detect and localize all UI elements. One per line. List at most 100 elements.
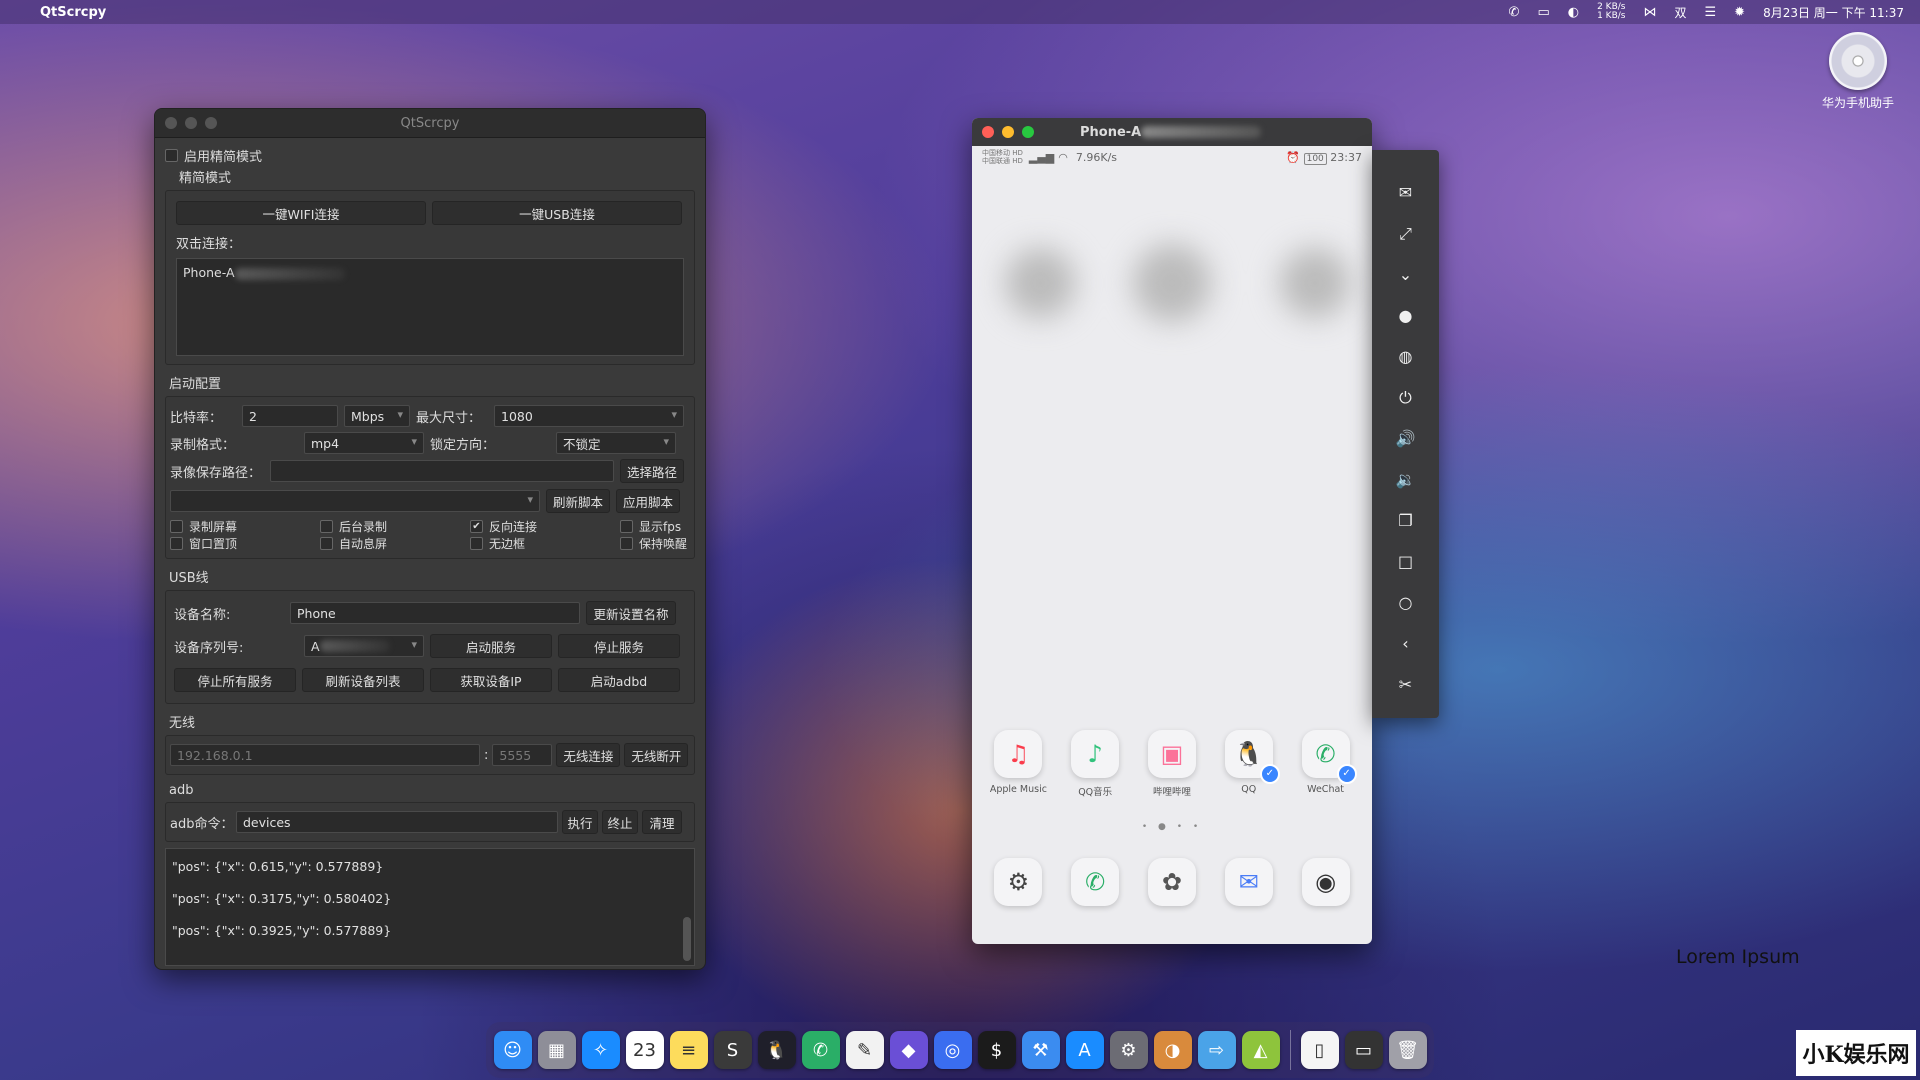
frameless-option[interactable]: 无边框 <box>470 535 620 552</box>
device-list-item[interactable]: Phone-A <box>183 265 345 280</box>
close-button[interactable] <box>982 126 994 138</box>
toolbar-power-icon[interactable]: ⏻ <box>1372 377 1439 418</box>
lock-orientation-select[interactable]: 不锁定 <box>556 432 676 454</box>
ip-input[interactable]: 192.168.0.1 <box>170 744 480 766</box>
max-size-select[interactable]: 1080 <box>494 405 684 427</box>
app-wechat[interactable]: ✆ WeChat ✓ <box>1291 730 1361 798</box>
toolbar-touch-icon[interactable]: ● <box>1372 295 1439 336</box>
app-settings[interactable]: ⚙ <box>983 858 1053 906</box>
app-camera[interactable]: ◉ <box>1291 858 1361 906</box>
reverse-connect-option[interactable]: ✔ 反向连接 <box>470 518 620 535</box>
dock-launchpad-icon[interactable]: ▦ <box>537 1031 576 1069</box>
dock-document-icon[interactable]: ▯ <box>1300 1031 1339 1069</box>
wechat-status-icon[interactable]: ✆ <box>1509 5 1520 20</box>
window-on-top-checkbox[interactable] <box>170 537 183 550</box>
background-record-option[interactable]: 后台录制 <box>320 518 470 535</box>
bitrate-input[interactable]: 2 <box>242 405 338 427</box>
dock-sublime-icon[interactable]: S <box>713 1031 752 1069</box>
record-path-input[interactable] <box>270 460 614 482</box>
toolbar-menu-icon[interactable]: □ <box>1372 541 1439 582</box>
background-record-checkbox[interactable] <box>320 520 333 533</box>
apply-script-button[interactable]: 应用脚本 <box>616 489 680 513</box>
moon-status-icon[interactable]: ◐ <box>1568 5 1579 20</box>
app-phone[interactable]: ✆ <box>1060 858 1130 906</box>
usb-connect-button[interactable]: 一键USB连接 <box>432 201 682 225</box>
record-format-select[interactable]: mp4 <box>304 432 424 454</box>
record-screen-checkbox[interactable] <box>170 520 183 533</box>
keep-awake-option[interactable]: 保持唤醒 <box>620 535 690 552</box>
dock-android-icon[interactable]: ◭ <box>1241 1031 1280 1069</box>
show-fps-checkbox[interactable] <box>620 520 633 533</box>
phone-titlebar[interactable]: Phone-A <box>972 118 1372 146</box>
battery-status-icon[interactable]: ▭ <box>1537 5 1549 20</box>
adb-command-input[interactable]: devices <box>236 811 558 833</box>
bitrate-unit-select[interactable]: Mbps <box>344 405 410 427</box>
dock-finder-icon[interactable]: ☺ <box>493 1031 532 1069</box>
wireless-disconnect-button[interactable]: 无线断开 <box>624 743 689 767</box>
auto-screen-off-option[interactable]: 自动息屏 <box>320 535 470 552</box>
app-messages[interactable]: ✉ <box>1214 858 1284 906</box>
dock-trash-icon[interactable]: 🗑 <box>1388 1031 1427 1069</box>
qtscrcpy-titlebar[interactable]: QtScrcpy <box>155 109 705 138</box>
start-adbd-button[interactable]: 启动adbd <box>558 668 680 692</box>
dock-terminal-icon[interactable]: $ <box>977 1031 1016 1069</box>
toolbar-app-switch-icon[interactable]: ❐ <box>1372 500 1439 541</box>
toolbar-expand-notifications-icon[interactable]: ⌄ <box>1372 254 1439 295</box>
port-input[interactable]: 5555 <box>492 744 553 766</box>
dock-screenshot-icon[interactable]: ◑ <box>1153 1031 1192 1069</box>
refresh-devices-button[interactable]: 刷新设备列表 <box>302 668 424 692</box>
select-path-button[interactable]: 选择路径 <box>620 459 684 483</box>
start-service-button[interactable]: 启动服务 <box>430 634 552 658</box>
dock-obsidian-icon[interactable]: ◆ <box>889 1031 928 1069</box>
app-bilibili[interactable]: ▣ 哔哩哔哩 <box>1137 730 1207 798</box>
desktop-icon-huawei-assistant[interactable]: 华为手机助手 <box>1808 32 1908 111</box>
serial-select[interactable]: A <box>304 635 424 657</box>
stop-all-services-button[interactable]: 停止所有服务 <box>174 668 296 692</box>
wireless-connect-button[interactable]: 无线连接 <box>556 743 621 767</box>
app-qqmusic[interactable]: ♪ QQ音乐 <box>1060 730 1130 798</box>
dock-calendar-icon[interactable]: 23 <box>625 1031 664 1069</box>
simple-mode-toggle[interactable]: 启用精简模式 <box>165 146 695 165</box>
device-name-input[interactable]: Phone <box>290 602 580 624</box>
update-device-name-button[interactable]: 更新设置名称 <box>586 601 676 625</box>
control-center-icon[interactable]: ☰ <box>1705 5 1717 20</box>
record-screen-option[interactable]: 录制屏幕 <box>170 518 320 535</box>
dock-qq-icon[interactable]: 🐧 <box>757 1031 796 1069</box>
minimize-button[interactable] <box>1002 126 1014 138</box>
toolbar-home-icon[interactable]: ○ <box>1372 582 1439 623</box>
bowtie-status-icon[interactable]: ⋈ <box>1643 5 1656 20</box>
terminate-button[interactable]: 终止 <box>602 810 638 834</box>
get-device-ip-button[interactable]: 获取设备IP <box>430 668 552 692</box>
clear-button[interactable]: 清理 <box>642 810 682 834</box>
dock-textedit-icon[interactable]: ✎ <box>845 1031 884 1069</box>
dock-xcode-icon[interactable]: ⚒ <box>1021 1031 1060 1069</box>
script-select[interactable] <box>170 490 540 512</box>
window-on-top-option[interactable]: 窗口置顶 <box>170 535 320 552</box>
dock-appstore-icon[interactable]: A <box>1065 1031 1104 1069</box>
dock-notes-icon[interactable]: ≡ <box>669 1031 708 1069</box>
toolbar-back-icon[interactable]: ‹ <box>1372 623 1439 664</box>
toolbar-wechat-icon[interactable]: ✉ <box>1372 172 1439 213</box>
refresh-script-button[interactable]: 刷新脚本 <box>546 489 610 513</box>
dock-system-preferences-icon[interactable]: ⚙ <box>1109 1031 1148 1069</box>
device-list[interactable]: Phone-A <box>176 258 684 356</box>
menubar-app-name[interactable]: QtScrcpy <box>40 5 106 20</box>
dock-safari-icon[interactable]: ✧ <box>581 1031 620 1069</box>
menubar-datetime[interactable]: 8月23日 周一 下午 11:37 <box>1763 4 1904 21</box>
zoom-button[interactable] <box>1022 126 1034 138</box>
app-qq[interactable]: 🐧 QQ ✓ <box>1214 730 1284 798</box>
stop-service-button[interactable]: 停止服务 <box>558 634 680 658</box>
wifi-connect-button[interactable]: 一键WIFI连接 <box>176 201 426 225</box>
dock-window-icon[interactable]: ▭ <box>1344 1031 1383 1069</box>
auto-screen-off-checkbox[interactable] <box>320 537 333 550</box>
dock-wechat-icon[interactable]: ✆ <box>801 1031 840 1069</box>
reverse-connect-checkbox-checked[interactable]: ✔ <box>470 520 483 533</box>
frameless-checkbox[interactable] <box>470 537 483 550</box>
toolbar-fullscreen-icon[interactable]: ⤢ <box>1372 213 1439 254</box>
siri-icon[interactable]: ✹ <box>1734 5 1745 20</box>
dock-migration-icon[interactable]: ⇨ <box>1197 1031 1236 1069</box>
log-scrollbar[interactable] <box>683 917 691 961</box>
log-output[interactable]: "pos": {"x": 0.615,"y": 0.577889} "pos":… <box>165 848 695 966</box>
show-fps-option[interactable]: 显示fps <box>620 518 690 535</box>
execute-button[interactable]: 执行 <box>562 810 598 834</box>
